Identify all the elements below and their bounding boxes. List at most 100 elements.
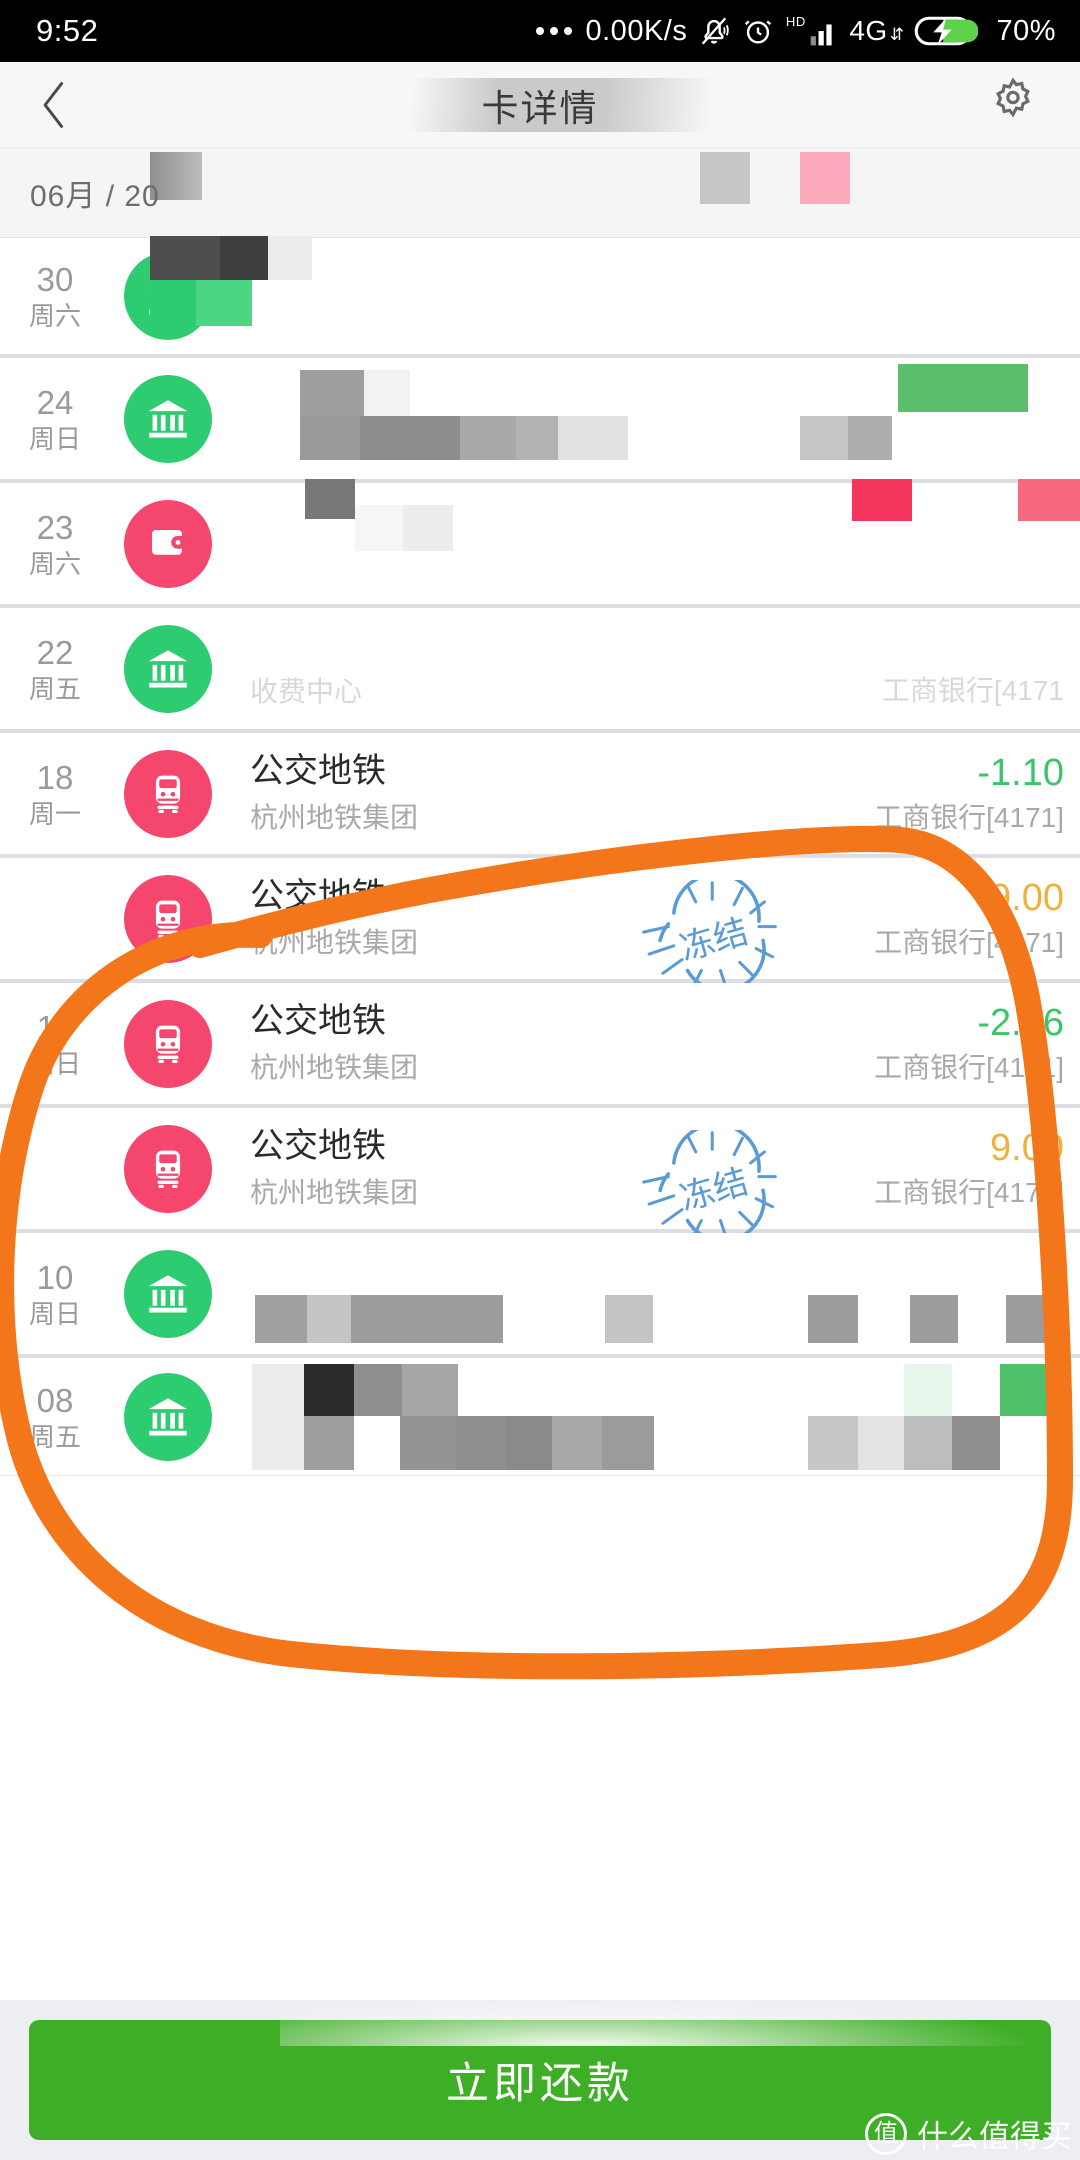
metro-icon	[124, 874, 212, 963]
row-amount: 工商银行[4171	[820, 627, 1080, 709]
redaction-block	[220, 236, 268, 280]
redaction-block	[300, 416, 360, 460]
redaction-block	[848, 416, 892, 460]
row-title: 公交地铁	[250, 752, 386, 791]
redaction-block	[307, 1295, 351, 1343]
row-date: 30 周六	[0, 259, 110, 333]
redaction-block	[300, 370, 364, 420]
alarm-clock-icon	[745, 20, 772, 44]
table-row[interactable]: 公交地铁 杭州地铁集团 冻结 9.00 工商银行[4171]	[0, 1108, 1080, 1242]
row-title: 公交地铁	[250, 877, 386, 916]
row-bank: 工商银行[4171]	[874, 1052, 1064, 1084]
redaction-block	[355, 505, 403, 551]
month-header: 06月 / 20	[0, 148, 1080, 238]
row-date: 24 周日	[0, 382, 110, 456]
row-bank: 工商银行[4171]	[874, 927, 1064, 959]
redaction-block	[506, 1416, 552, 1470]
row-icon	[110, 1124, 226, 1213]
redaction-block	[1000, 1364, 1060, 1416]
status-bar: 9:52 0.00K/s HD 4G ⇵ 70%	[0, 0, 1080, 62]
row-weekday: 周日	[28, 1298, 81, 1329]
redaction-block	[364, 370, 410, 420]
redaction-block	[360, 416, 460, 460]
redaction-block	[605, 1295, 653, 1343]
redaction-block	[808, 1295, 858, 1343]
transaction-list[interactable]: 30 周六 24 周日 23 周六 22 周五 收费中心 工商银行[4171 1…	[0, 236, 1080, 1476]
metro-icon	[124, 749, 212, 838]
bank-icon	[124, 624, 212, 713]
redaction-block	[304, 1364, 354, 1416]
bank-icon	[124, 1249, 212, 1338]
redaction-block	[910, 1295, 958, 1343]
row-text: 公交地铁 杭州地铁集团	[226, 1125, 820, 1211]
table-row[interactable]: 24 周日	[0, 358, 1080, 483]
row-date: 10 周日	[0, 1257, 110, 1331]
table-row[interactable]: 22 周五 收费中心 工商银行[4171	[0, 608, 1080, 733]
row-subtitle: 杭州地铁集团	[250, 1051, 419, 1083]
redaction-block	[305, 479, 355, 519]
row-date: 22 周五	[0, 632, 110, 706]
row-title: 公交地铁	[250, 1002, 386, 1041]
redaction-block	[402, 1364, 458, 1416]
redaction-block	[1006, 1295, 1058, 1343]
table-row[interactable]: 公交地铁 杭州地铁集团 冻结 9.00 工商银行[4171]	[0, 858, 1080, 992]
row-day: 30	[36, 261, 74, 299]
row-day: 18	[36, 758, 74, 796]
row-date: 08 周五	[0, 1380, 110, 1454]
redaction-block	[808, 1416, 858, 1470]
watermark-text: 什么值得买	[917, 2119, 1072, 2154]
redaction-block	[858, 1416, 904, 1470]
more-dots-icon	[535, 27, 572, 35]
row-icon	[110, 1372, 226, 1461]
row-day: 22	[36, 633, 74, 671]
redaction-block	[904, 1364, 952, 1416]
row-icon	[110, 499, 226, 588]
row-weekday: 周一	[28, 798, 81, 829]
row-subtitle: 杭州地铁集团	[250, 801, 419, 833]
row-weekday: 周五	[28, 1421, 81, 1452]
redaction-block	[351, 1295, 503, 1343]
redaction-block	[800, 416, 848, 460]
redaction-block	[304, 1416, 354, 1470]
redaction-block	[1018, 479, 1080, 521]
row-subtitle: 杭州地铁集团	[250, 1176, 419, 1208]
row-bank: 工商银行[4171]	[874, 802, 1064, 834]
silent-bell-icon	[702, 17, 730, 45]
month-label: 06月 / 20	[30, 179, 160, 213]
row-day: 17	[36, 1008, 74, 1046]
row-day: 10	[36, 1258, 74, 1296]
row-date: 17 周日	[0, 1007, 110, 1081]
redaction-block	[516, 416, 558, 460]
table-row[interactable]: 08 周五	[0, 1358, 1080, 1476]
table-row[interactable]: 17 周日 公交地铁 杭州地铁集团 -2.46 工商银行[4171]	[0, 983, 1080, 1108]
redaction-block	[403, 505, 453, 551]
redaction-block	[558, 416, 628, 460]
status-icons: 0.00K/s HD 4G ⇵ 70%	[535, 14, 1057, 48]
bank-icon	[124, 252, 212, 340]
metro-icon	[124, 999, 212, 1088]
row-text: 收费中心	[226, 627, 820, 711]
redaction-block	[268, 236, 312, 280]
row-icon	[110, 999, 226, 1088]
amount-value: 9.00	[990, 1126, 1064, 1169]
row-text: 公交地铁 杭州地铁集团	[226, 750, 820, 836]
table-row[interactable]: 30 周六	[0, 236, 1080, 358]
redaction-block	[700, 152, 750, 204]
redaction-block	[852, 479, 912, 521]
row-date: 23 周六	[0, 507, 110, 581]
redaction-block	[456, 1416, 506, 1470]
row-icon	[110, 749, 226, 838]
table-row[interactable]: 23 周六	[0, 479, 1080, 608]
table-row[interactable]: 18 周一 公交地铁 杭州地铁集团 -1.10 工商银行[4171]	[0, 733, 1080, 858]
redaction-block	[800, 152, 850, 204]
row-icon	[110, 1249, 226, 1338]
redaction-block	[552, 1416, 602, 1470]
table-row[interactable]: 10 周日	[0, 1233, 1080, 1358]
redaction-block	[255, 1295, 307, 1343]
row-icon	[110, 252, 226, 340]
bottom-bar: 立即还款 值 什么值得买	[0, 1994, 1080, 2160]
amount-value: -1.10	[977, 751, 1064, 794]
row-amount: 冻结 9.00 工商银行[4171]	[642, 876, 1080, 992]
wallet-icon	[124, 499, 212, 588]
row-icon	[110, 624, 226, 713]
